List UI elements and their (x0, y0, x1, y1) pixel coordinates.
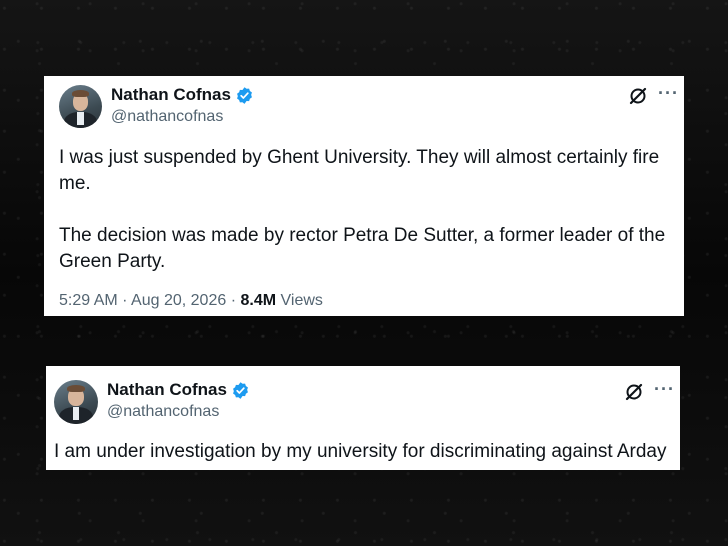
views-label: Views (280, 292, 323, 309)
author-row: Nathan Cofnas (111, 85, 254, 105)
tweet-date[interactable]: Aug 20, 2026 (131, 292, 226, 309)
verified-badge-icon (233, 381, 248, 399)
verified-badge-icon (237, 86, 252, 104)
grok-icon[interactable] (628, 86, 648, 106)
more-icon[interactable]: ··· (658, 83, 679, 104)
views-count: 8.4M (240, 292, 277, 309)
tweet-card[interactable]: Nathan Cofnas @nathancofnas ··· I am und… (46, 366, 680, 470)
author-handle[interactable]: @nathancofnas (107, 403, 219, 421)
author-handle[interactable]: @nathancofnas (111, 108, 223, 126)
tweet-time[interactable]: 5:29 AM (59, 292, 118, 309)
author-row: Nathan Cofnas (107, 380, 250, 400)
tweet-meta: 5:29 AM · Aug 20, 2026 · 8.4M Views (59, 292, 323, 309)
tweet-text-paragraph: The decision was made by rector Petra De… (59, 225, 666, 272)
avatar[interactable] (54, 380, 98, 424)
grok-icon[interactable] (624, 382, 644, 402)
more-icon[interactable]: ··· (654, 379, 675, 400)
tweet-text-paragraph: I was just suspended by Ghent University… (59, 147, 660, 194)
tweet-text: I am under investigation by my universit… (54, 441, 667, 462)
tweet-card[interactable]: Nathan Cofnas @nathancofnas ··· I was ju… (44, 76, 684, 316)
avatar[interactable] (59, 85, 102, 128)
author-name[interactable]: Nathan Cofnas (107, 380, 227, 400)
author-name[interactable]: Nathan Cofnas (111, 85, 231, 105)
